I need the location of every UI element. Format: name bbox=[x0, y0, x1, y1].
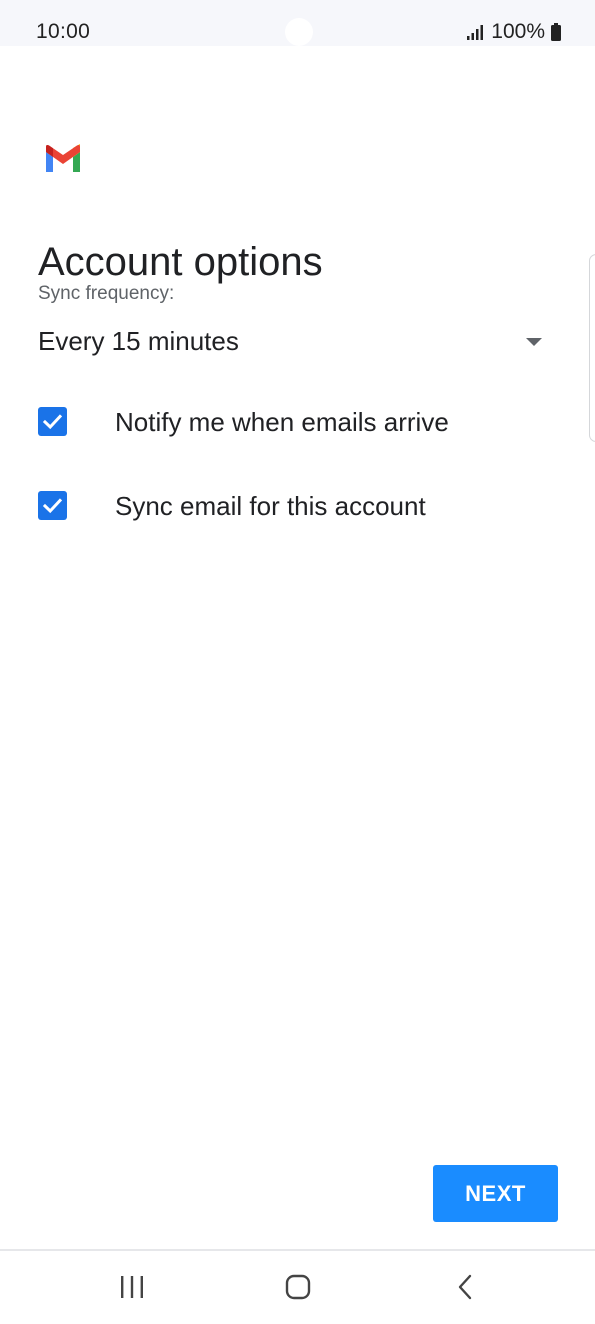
home-button[interactable] bbox=[276, 1267, 320, 1307]
status-bar: 10:00 100% bbox=[0, 0, 595, 46]
notify-emails-label: Notify me when emails arrive bbox=[115, 407, 449, 437]
sync-email-option[interactable]: Sync email for this account bbox=[38, 479, 558, 535]
recents-button[interactable] bbox=[110, 1267, 154, 1307]
navigation-bar bbox=[0, 1251, 595, 1324]
gmail-logo-icon bbox=[46, 144, 80, 172]
sync-email-checkbox[interactable] bbox=[38, 491, 67, 520]
sync-frequency-value: Every 15 minutes bbox=[38, 326, 239, 356]
notify-emails-option[interactable]: Notify me when emails arrive bbox=[38, 395, 558, 451]
status-time: 10:00 bbox=[36, 20, 91, 43]
sync-frequency-dropdown[interactable]: Every 15 minutes bbox=[38, 318, 548, 368]
recents-icon bbox=[121, 1276, 143, 1298]
notify-emails-checkbox[interactable] bbox=[38, 407, 67, 436]
battery-icon bbox=[551, 23, 561, 41]
sync-frequency-label: Sync frequency: bbox=[38, 283, 175, 304]
next-button[interactable]: NEXT bbox=[433, 1165, 558, 1222]
sync-email-label: Sync email for this account bbox=[115, 491, 426, 521]
home-icon bbox=[285, 1274, 311, 1300]
camera-notch bbox=[285, 18, 313, 46]
status-indicators: 100% bbox=[467, 20, 561, 44]
back-icon bbox=[458, 1274, 472, 1300]
battery-percentage: 100% bbox=[491, 20, 545, 43]
account-options-screen: 10:00 100% Account options Sync frequenc… bbox=[0, 0, 595, 1324]
page-title: Account options bbox=[38, 239, 323, 284]
checkmark-icon bbox=[42, 414, 63, 430]
scroll-indicator bbox=[589, 254, 595, 442]
dropdown-arrow-icon bbox=[526, 338, 542, 346]
checkmark-icon bbox=[42, 498, 63, 514]
back-button[interactable] bbox=[443, 1267, 487, 1307]
signal-icon bbox=[467, 25, 484, 40]
